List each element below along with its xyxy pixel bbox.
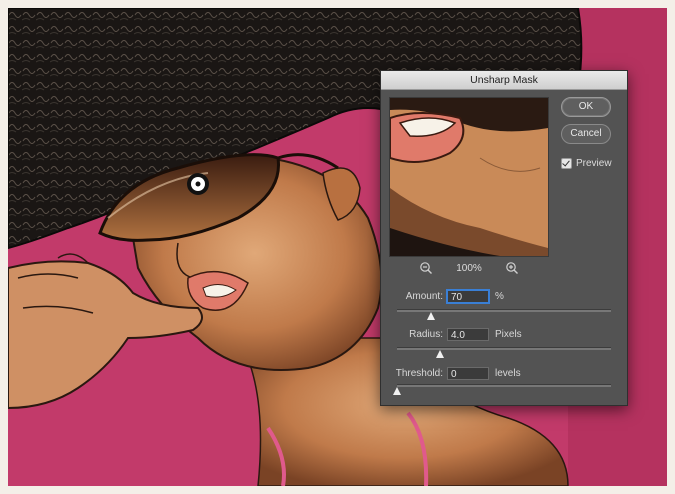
threshold-slider-track[interactable]: [397, 384, 611, 387]
threshold-label: Threshold:: [395, 368, 443, 379]
preview-checkbox[interactable]: [561, 158, 572, 169]
radius-input[interactable]: 4.0: [447, 328, 489, 341]
amount-label: Amount:: [405, 291, 443, 302]
zoom-level: 100%: [456, 262, 482, 274]
cancel-button[interactable]: Cancel: [561, 124, 611, 144]
threshold-slider-thumb[interactable]: [393, 387, 401, 395]
dialog-title: Unsharp Mask: [381, 71, 627, 90]
radius-unit: Pixels: [495, 329, 522, 340]
amount-input[interactable]: 70: [447, 290, 489, 303]
preview-toggle[interactable]: Preview: [561, 158, 612, 169]
amount-unit: %: [495, 291, 504, 302]
unsharp-mask-dialog: Unsharp Mask OK Cancel Preview 100% Amou…: [380, 70, 628, 406]
radius-slider-track[interactable]: [397, 347, 611, 350]
zoom-out-icon[interactable]: [419, 261, 433, 275]
radius-label: Radius:: [409, 329, 443, 340]
amount-slider-thumb[interactable]: [427, 312, 436, 320]
preview-label: Preview: [576, 158, 612, 169]
preview-image: [390, 98, 548, 256]
radius-slider-thumb[interactable]: [435, 350, 444, 358]
zoom-controls: 100%: [419, 261, 519, 275]
threshold-input[interactable]: 0: [447, 367, 489, 380]
filter-preview-pane[interactable]: [389, 97, 549, 257]
ok-button[interactable]: OK: [561, 97, 611, 117]
threshold-unit: levels: [495, 368, 521, 379]
zoom-in-icon[interactable]: [505, 261, 519, 275]
